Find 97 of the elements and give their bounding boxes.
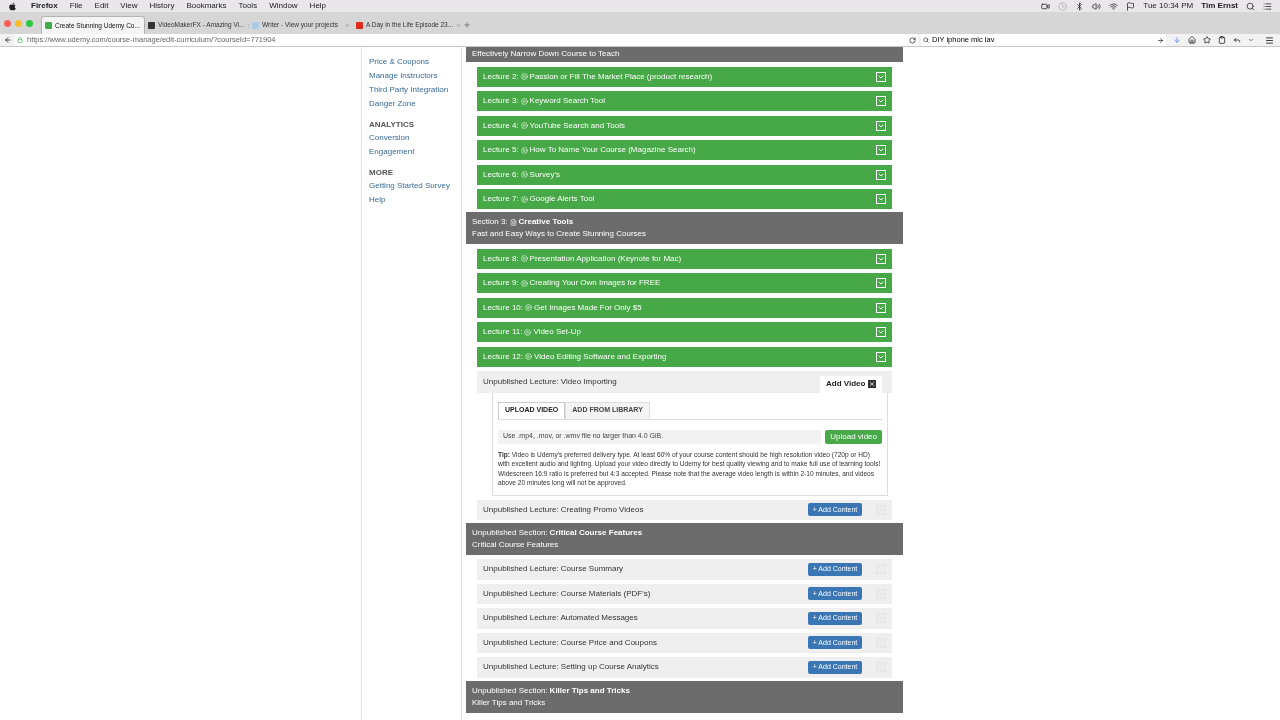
lecture-label: Lecture 7: [483, 193, 519, 205]
lecture-title: Presentation Application (Keynote for Mac) [529, 252, 682, 265]
lecture-title: Survey's [529, 168, 560, 181]
home-icon [1188, 36, 1196, 44]
app-name[interactable]: Firefox [31, 0, 58, 12]
lecture-label: Lecture 4: [483, 119, 519, 132]
apple-icon[interactable] [8, 1, 17, 11]
play-icon [520, 73, 528, 80]
menu-item[interactable]: Edit [94, 0, 109, 12]
section-label: Section 3: [472, 216, 508, 228]
reload-icon [909, 36, 916, 44]
section-title: Creative Tools [518, 216, 574, 228]
section-label: Unpublished Section: [472, 684, 548, 697]
lecture-title: YouTube Search and Tools [529, 119, 625, 132]
play-icon [520, 97, 528, 105]
section-title: Killer Tips and Tricks [549, 684, 630, 697]
lecture-label: Lecture 10: [483, 301, 524, 314]
lecture-label: Lecture 3: [483, 95, 519, 107]
play-icon [525, 353, 533, 360]
clipboard-icon [1218, 36, 1226, 44]
play-icon [520, 279, 528, 287]
sidebar-link[interactable]: Help [369, 193, 454, 207]
menu-item[interactable]: Window [269, 0, 298, 12]
sidebar-link[interactable]: Danger Zone [369, 97, 454, 111]
play-icon [525, 304, 533, 311]
section-title: Critical Course Features [549, 527, 643, 539]
wifi-icon [1109, 1, 1119, 11]
menu-item[interactable]: View [120, 0, 138, 12]
go-icon [1157, 36, 1164, 44]
menu-item[interactable]: File [69, 0, 83, 12]
section-label: Unpublished Section: [472, 527, 548, 539]
sidebar-link[interactable]: Conversion [369, 131, 454, 145]
download-icon [1173, 36, 1181, 44]
play-icon [520, 122, 528, 129]
clock-text[interactable]: Tue 10:34 PM [1143, 0, 1194, 12]
lecture-label: Lecture 8: [483, 252, 519, 265]
play-icon [520, 171, 528, 178]
lecture-label: Lecture 11: [483, 326, 523, 338]
lecture-title: Keyword Search Tool [529, 95, 606, 107]
menu-item[interactable]: History [149, 0, 175, 12]
sidebar-link[interactable]: Manage Instructors [369, 69, 454, 83]
dropdown-icon [1248, 37, 1254, 43]
close-button[interactable] [868, 380, 876, 388]
lock-icon [17, 37, 23, 43]
camera-icon [1041, 1, 1051, 11]
section-subtitle: Fast and Easy Ways to Create Stunning Courses [472, 228, 647, 240]
lecture-title: Video Editing Software and Exporting [534, 350, 667, 363]
lecture-label: Lecture 2: [483, 70, 519, 83]
menu-item[interactable]: Tools [238, 0, 258, 12]
search-icon [923, 37, 929, 43]
play-icon [524, 328, 532, 336]
close-icon [456, 22, 462, 28]
share-icon [1233, 36, 1241, 44]
lecture-title: Google Alerts Tool [529, 193, 595, 205]
sidebar-heading: ANALYTICS [369, 119, 416, 131]
bluetooth-icon [1075, 1, 1085, 11]
lecture-title: Unpublished Lecture: Course Materials (PDF's) [483, 587, 651, 600]
sidebar-heading: MORE [369, 167, 394, 179]
sidebar-link[interactable]: Engagement [369, 145, 454, 159]
new-tab-icon [463, 21, 471, 29]
menu-icon [1265, 35, 1274, 45]
lecture-title: Unpublished Lecture: Creating Promo Videos [483, 503, 644, 516]
flag-icon [1126, 1, 1136, 11]
menu-item[interactable]: Help [309, 0, 327, 12]
lecture-label: Lecture 6: [483, 168, 519, 181]
sidebar-link[interactable]: Third Party Integration [369, 83, 454, 97]
lecture-label: Lecture 12: [483, 350, 524, 363]
list-icon [1263, 1, 1272, 11]
lecture-label: Lecture 5: [483, 144, 519, 156]
sidebar-link[interactable]: Price & Coupons [369, 55, 454, 69]
section-subtitle: Killer Tips and Tricks [472, 696, 547, 709]
back-icon [4, 36, 12, 44]
lecture-title: Passion or Fill The Market Place (product research) [529, 70, 713, 83]
lecture-title: Unpublished Lecture: Course Summary [483, 563, 624, 576]
search-icon [1246, 1, 1255, 11]
panel-title: Add Video [826, 378, 866, 390]
close-icon [345, 22, 350, 28]
volume-icon [1092, 1, 1102, 11]
lecture-title: Unpublished Lecture: Course Price and Coupons [483, 636, 657, 649]
lecture-title: Unpublished Lecture: Setting up Course Analytics [483, 661, 659, 674]
sidebar-link[interactable]: Getting Started Survey [369, 179, 454, 193]
section-subtitle: Effectively Narrow Down Course to Teach [472, 48, 620, 60]
user-name[interactable]: Tim Ernst [1201, 0, 1238, 12]
section-subtitle: Critical Course Features [472, 539, 560, 551]
lecture-title: How To Name Your Course (Magazine Search) [529, 144, 696, 156]
lecture-title: Unpublished Lecture: Automated Messages [483, 612, 638, 625]
star-icon [1203, 36, 1211, 44]
lecture-title: Video Set-Up [533, 326, 581, 338]
lecture-title: Get Images Made For Only $5 [534, 301, 642, 314]
play-icon [520, 146, 528, 154]
play-icon [520, 255, 528, 262]
menu-item[interactable]: Bookmarks [186, 0, 227, 12]
lecture-label: Lecture 9: [483, 277, 519, 289]
play-icon [520, 195, 528, 203]
lecture-title: Creating Your Own Images for FREE [529, 277, 661, 289]
lecture-title: Unpublished Lecture: Video Importing [483, 375, 617, 388]
document-icon [509, 218, 517, 226]
